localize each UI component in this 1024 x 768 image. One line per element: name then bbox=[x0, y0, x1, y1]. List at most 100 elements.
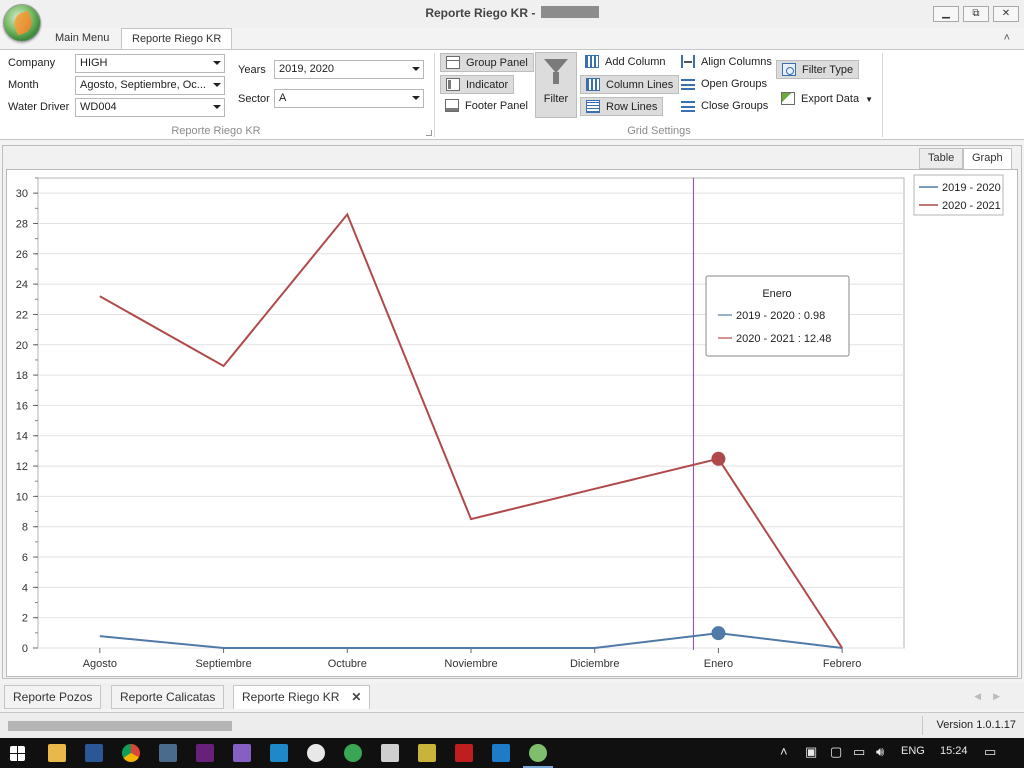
content-area: Table Graph 0 2 4 6 8 10 12 14 16 18 20 22 24 26 28 30 A… bbox=[2, 145, 1022, 679]
footer-panel-label: Footer Panel bbox=[465, 100, 528, 112]
redacted-status-text bbox=[8, 721, 232, 731]
funnel-icon bbox=[544, 59, 568, 85]
language-indicator[interactable]: ENG bbox=[901, 745, 925, 757]
x-tick-label: Enero bbox=[704, 658, 733, 670]
notifications-icon[interactable]: ▭ bbox=[984, 744, 996, 760]
column-lines-button[interactable]: Column Lines bbox=[580, 75, 680, 94]
indicator-icon bbox=[446, 78, 460, 91]
close-icon[interactable]: ✕ bbox=[993, 6, 1019, 22]
filter-type-icon bbox=[782, 63, 796, 76]
restore-icon[interactable]: ⧉ bbox=[963, 6, 989, 22]
align-columns-icon bbox=[681, 55, 695, 68]
group-separator bbox=[882, 53, 883, 137]
tab-graph[interactable]: Graph bbox=[963, 148, 1012, 169]
group-separator bbox=[434, 53, 435, 137]
years-combo[interactable]: 2019, 2020 bbox=[274, 60, 424, 79]
doc-tab-label: Reporte Riego KR bbox=[242, 690, 340, 704]
filter-button[interactable]: Filter bbox=[535, 52, 577, 118]
tab-reporte-riego-kr[interactable]: Reporte Riego KR bbox=[121, 28, 233, 50]
tab-scroll-arrows-icon[interactable]: ◀▶ bbox=[974, 691, 1012, 702]
group-panel-button[interactable]: Group Panel bbox=[440, 53, 534, 72]
x-tick-label: Diciembre bbox=[570, 658, 620, 670]
chevron-up-icon[interactable]: ˄ bbox=[780, 744, 788, 759]
database-icon[interactable] bbox=[381, 744, 399, 762]
add-column-button[interactable]: Add Column bbox=[580, 53, 671, 72]
export-data-button[interactable]: Export Data ▼ bbox=[776, 90, 878, 109]
y-tick-label: 20 bbox=[16, 340, 28, 352]
powershell-icon[interactable] bbox=[85, 744, 103, 762]
app-menu-orb-icon[interactable] bbox=[3, 4, 41, 42]
water-driver-value: WD004 bbox=[80, 101, 117, 113]
green-app-icon[interactable] bbox=[344, 744, 362, 762]
doc-tab-reporte-calicatas[interactable]: Reporte Calicatas bbox=[111, 685, 225, 709]
windows-start-icon[interactable] bbox=[10, 746, 25, 761]
doc-tab-label: Reporte Pozos bbox=[13, 690, 93, 704]
sector-value: A bbox=[279, 92, 287, 104]
network-icon[interactable]: ▭ bbox=[853, 744, 865, 760]
x-tick-label: Agosto bbox=[83, 658, 117, 670]
footer-panel-button[interactable]: Footer Panel bbox=[440, 97, 533, 116]
y-tick-label: 22 bbox=[16, 309, 28, 321]
window-title-text: Reporte Riego KR - bbox=[425, 6, 536, 20]
y-tick-label: 26 bbox=[16, 249, 28, 261]
volume-icon[interactable]: 🔊︎ bbox=[876, 744, 884, 760]
dialog-launcher-icon[interactable] bbox=[426, 130, 432, 136]
add-column-icon bbox=[585, 55, 599, 68]
column-lines-icon bbox=[586, 78, 600, 91]
indicator-button[interactable]: Indicator bbox=[440, 75, 515, 94]
notes-icon[interactable] bbox=[418, 744, 436, 762]
group-caption-reporte: Reporte Riego KR bbox=[171, 125, 261, 137]
dropdown-arrow-icon bbox=[412, 67, 420, 71]
tools-icon[interactable] bbox=[159, 744, 177, 762]
doc-tab-reporte-pozos[interactable]: Reporte Pozos bbox=[4, 685, 102, 709]
sector-combo[interactable]: A bbox=[274, 89, 424, 108]
close-groups-button[interactable]: Close Groups bbox=[676, 97, 773, 116]
ribbon-collapse-chevron-icon[interactable]: ˄ bbox=[1004, 32, 1010, 44]
y-tick-label: 28 bbox=[16, 218, 28, 230]
dropdown-arrow-icon bbox=[213, 105, 221, 109]
y-tick-label: 14 bbox=[16, 431, 28, 443]
filter-type-button[interactable]: Filter Type bbox=[776, 60, 860, 79]
filter-type-label: Filter Type bbox=[802, 64, 854, 76]
app-icon[interactable] bbox=[270, 744, 288, 762]
tooltip-row-1: 2019 - 2020 : 0.98 bbox=[736, 310, 825, 322]
align-columns-button[interactable]: Align Columns bbox=[676, 53, 777, 72]
tab-main-menu[interactable]: Main Menu bbox=[45, 28, 119, 50]
clock[interactable]: 15:24 bbox=[940, 745, 968, 757]
meet-now-icon[interactable]: ▣ bbox=[805, 744, 817, 760]
legend-label-2: 2020 - 2021 bbox=[942, 200, 1001, 212]
company-combo[interactable]: HIGH bbox=[75, 54, 225, 73]
tooltip-title: Enero bbox=[762, 288, 791, 300]
dropdown-arrow-icon bbox=[213, 83, 221, 87]
chrome-icon[interactable] bbox=[122, 744, 140, 762]
open-groups-button[interactable]: Open Groups bbox=[676, 75, 772, 94]
y-tick-label: 0 bbox=[22, 643, 28, 655]
group-caption-grid-settings: Grid Settings bbox=[627, 125, 691, 137]
water-driver-combo[interactable]: WD004 bbox=[75, 98, 225, 117]
line-chart[interactable]: 024681012141618202224262830Agosto Septiem… bbox=[7, 170, 1017, 676]
y-tick-label: 4 bbox=[22, 582, 28, 594]
ribbon: Company HIGH Month Agosto, Septiembre, O… bbox=[0, 49, 1024, 140]
month-combo[interactable]: Agosto, Septiembre, Oc... bbox=[75, 76, 225, 95]
clock-app-icon[interactable] bbox=[307, 744, 325, 762]
y-tick-label: 6 bbox=[22, 552, 28, 564]
company-value: HIGH bbox=[80, 57, 108, 69]
minimize-icon[interactable]: ▁ bbox=[933, 6, 959, 22]
column-lines-label: Column Lines bbox=[606, 79, 674, 91]
file-explorer-icon[interactable] bbox=[48, 744, 66, 762]
riego-app-icon[interactable] bbox=[529, 744, 547, 762]
month-value: Agosto, Septiembre, Oc... bbox=[80, 79, 206, 91]
doc-tab-reporte-riego-kr[interactable]: Reporte Riego KR ✕ bbox=[233, 685, 371, 709]
tooltip-row-2: 2020 - 2021 : 12.48 bbox=[736, 333, 831, 345]
vscode-icon[interactable] bbox=[492, 744, 510, 762]
visual-studio-icon[interactable] bbox=[196, 744, 214, 762]
y-tick-label: 16 bbox=[16, 400, 28, 412]
visual-studio-2-icon[interactable] bbox=[233, 744, 251, 762]
devices-icon[interactable]: ▢ bbox=[830, 744, 842, 760]
water-driver-label: Water Driver bbox=[8, 101, 70, 113]
close-tab-icon[interactable]: ✕ bbox=[351, 690, 361, 704]
row-lines-button[interactable]: Row Lines bbox=[580, 97, 664, 116]
tab-table[interactable]: Table bbox=[919, 148, 964, 169]
filezilla-icon[interactable] bbox=[455, 744, 473, 762]
dropdown-arrow-icon bbox=[412, 96, 420, 100]
